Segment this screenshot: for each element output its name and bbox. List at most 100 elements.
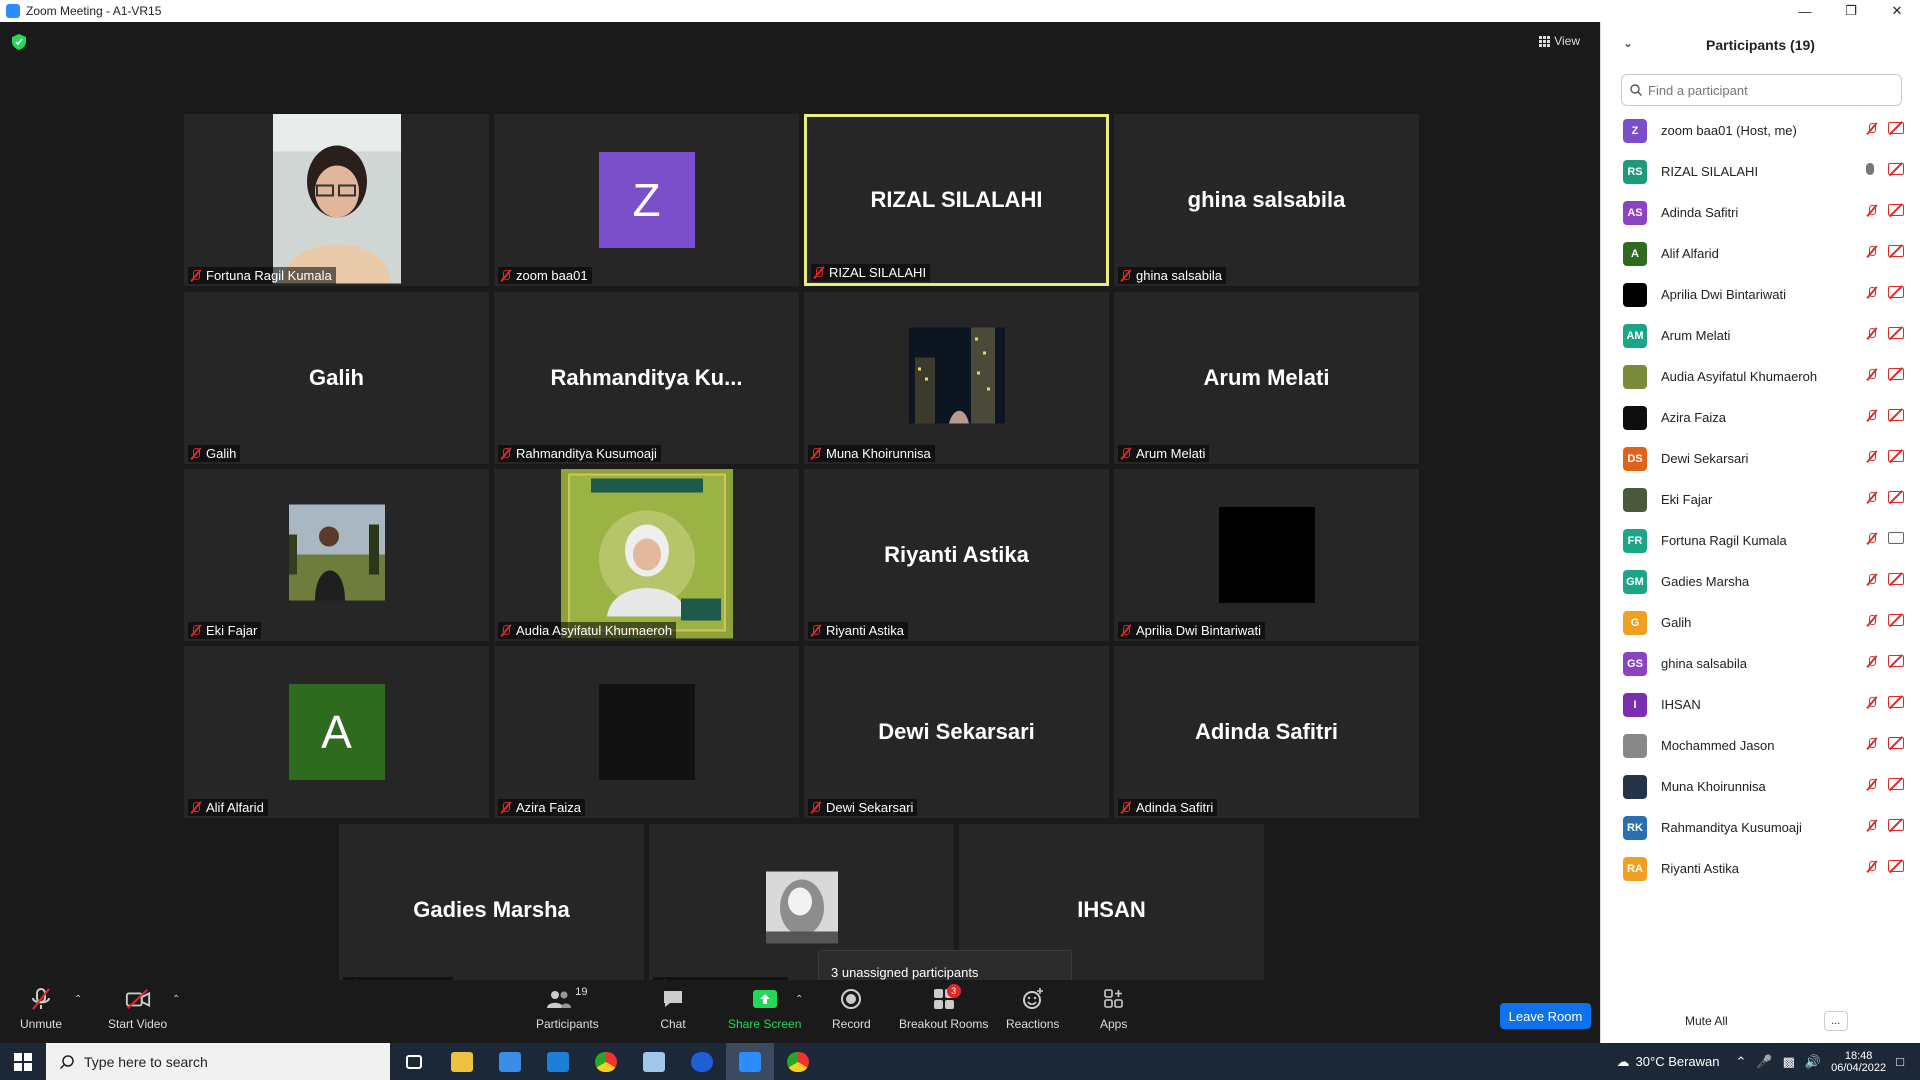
collapse-chevron-icon[interactable]: ⌄ bbox=[1623, 36, 1633, 50]
video-off-icon[interactable] bbox=[1888, 245, 1904, 257]
share-options-caret-icon[interactable]: ⌃ bbox=[795, 994, 803, 1005]
participant-row[interactable]: RK Rahmanditya Kusumoaji bbox=[1601, 807, 1920, 848]
video-tile[interactable]: Dewi Sekarsari Dewi Sekarsari bbox=[804, 646, 1109, 818]
video-tile[interactable]: Fortuna Ragil Kumala bbox=[184, 114, 489, 286]
windows-start-button[interactable] bbox=[0, 1043, 46, 1080]
video-tile[interactable]: Arum Melati Arum Melati bbox=[1114, 292, 1419, 464]
view-button[interactable]: View bbox=[1539, 34, 1580, 48]
mic-muted-icon[interactable] bbox=[1866, 696, 1878, 710]
video-off-icon[interactable] bbox=[1888, 450, 1904, 462]
video-on-icon[interactable] bbox=[1888, 532, 1904, 544]
security-shield-icon[interactable] bbox=[12, 34, 28, 50]
taskbar-search-box[interactable]: Type here to search bbox=[46, 1043, 390, 1080]
mic-on-icon[interactable] bbox=[1866, 163, 1874, 175]
mic-muted-icon[interactable] bbox=[1866, 573, 1878, 587]
weather-text[interactable]: 30°C Berawan bbox=[1636, 1054, 1720, 1069]
mic-muted-icon[interactable] bbox=[1866, 122, 1878, 136]
microphone-tray-icon[interactable]: 🎤 bbox=[1756, 1054, 1772, 1070]
video-off-icon[interactable] bbox=[1888, 614, 1904, 626]
maximize-button[interactable]: ❐ bbox=[1828, 0, 1874, 22]
mic-muted-icon[interactable] bbox=[1866, 204, 1878, 218]
audio-options-caret-icon[interactable]: ⌃ bbox=[74, 994, 82, 1005]
share-screen-button[interactable]: Share Screen bbox=[728, 986, 801, 1031]
mute-all-button[interactable]: Mute All bbox=[1685, 1014, 1728, 1028]
record-button[interactable]: Record bbox=[832, 986, 871, 1031]
video-off-icon[interactable] bbox=[1888, 122, 1904, 134]
video-tile[interactable]: Riyanti Astika Riyanti Astika bbox=[804, 469, 1109, 641]
video-tile[interactable]: Gadies MarshaGadies Marsha bbox=[339, 824, 644, 996]
find-participant-input[interactable]: Find a participant bbox=[1621, 74, 1902, 106]
reactions-button[interactable]: Reactions bbox=[1006, 986, 1059, 1031]
participant-row[interactable]: DS Dewi Sekarsari bbox=[1601, 438, 1920, 479]
participant-row[interactable]: A Alif Alfarid bbox=[1601, 233, 1920, 274]
video-tile[interactable]: A Alif Alfarid bbox=[184, 646, 489, 818]
video-off-icon[interactable] bbox=[1888, 573, 1904, 585]
video-tile[interactable]: Aprilia Dwi Bintariwati bbox=[1114, 469, 1419, 641]
minimize-button[interactable]: — bbox=[1782, 0, 1828, 22]
video-tile[interactable]: Eki Fajar bbox=[184, 469, 489, 641]
mic-muted-icon[interactable] bbox=[1866, 778, 1878, 792]
mail-icon[interactable] bbox=[534, 1043, 582, 1080]
video-tile[interactable]: Galih Galih bbox=[184, 292, 489, 464]
mic-muted-icon[interactable] bbox=[1866, 737, 1878, 751]
mic-muted-icon[interactable] bbox=[1866, 450, 1878, 464]
video-off-icon[interactable] bbox=[1888, 491, 1904, 503]
tray-expand-icon[interactable]: ⌃ bbox=[1736, 1054, 1747, 1070]
participant-row[interactable]: I IHSAN bbox=[1601, 684, 1920, 725]
video-tile[interactable]: Azira Faiza bbox=[494, 646, 799, 818]
video-tile[interactable]: Muna Khoirunnisa bbox=[804, 292, 1109, 464]
mic-muted-icon[interactable] bbox=[1866, 368, 1878, 382]
participant-row[interactable]: Zzoom baa01 (Host, me) bbox=[1601, 110, 1920, 151]
video-tile[interactable]: Adinda Safitri Adinda Safitri bbox=[1114, 646, 1419, 818]
video-tile[interactable]: Rahmanditya Ku... Rahmanditya Kusumoaji bbox=[494, 292, 799, 464]
teamviewer-icon[interactable] bbox=[678, 1043, 726, 1080]
mic-muted-icon[interactable] bbox=[1866, 327, 1878, 341]
participant-row[interactable]: GS ghina salsabila bbox=[1601, 643, 1920, 684]
video-off-icon[interactable] bbox=[1888, 368, 1904, 380]
task-view-icon[interactable] bbox=[390, 1043, 438, 1080]
breakout-rooms-button[interactable]: 3 Breakout Rooms bbox=[899, 984, 988, 1031]
mic-muted-icon[interactable] bbox=[1866, 491, 1878, 505]
mic-muted-icon[interactable] bbox=[1866, 245, 1878, 259]
unmute-button[interactable]: Unmute bbox=[20, 986, 62, 1031]
chrome-icon[interactable] bbox=[582, 1043, 630, 1080]
participants-button[interactable]: 19 Participants bbox=[536, 986, 599, 1031]
apps-button[interactable]: Apps bbox=[1100, 986, 1127, 1031]
participant-row[interactable]: Muna Khoirunnisa bbox=[1601, 766, 1920, 807]
video-off-icon[interactable] bbox=[1888, 204, 1904, 216]
mic-muted-icon[interactable] bbox=[1866, 655, 1878, 669]
participant-row[interactable]: Mochammed Jason bbox=[1601, 725, 1920, 766]
video-off-icon[interactable] bbox=[1888, 327, 1904, 339]
video-off-icon[interactable] bbox=[1888, 163, 1904, 175]
video-tile[interactable]: RIZAL SILALAHI RIZAL SILALAHI bbox=[804, 114, 1109, 286]
participant-row[interactable]: AM Arum Melati bbox=[1601, 315, 1920, 356]
start-video-button[interactable]: Start Video bbox=[108, 986, 167, 1031]
chat-button[interactable]: Chat bbox=[660, 986, 686, 1031]
mic-muted-icon[interactable] bbox=[1866, 614, 1878, 628]
video-tile[interactable]: ghina salsabila ghina salsabila bbox=[1114, 114, 1419, 286]
participant-row[interactable]: G Galih bbox=[1601, 602, 1920, 643]
mic-muted-icon[interactable] bbox=[1866, 409, 1878, 423]
participant-row[interactable]: FR Fortuna Ragil Kumala bbox=[1601, 520, 1920, 561]
clock[interactable]: 18:48 06/04/2022 bbox=[1831, 1050, 1886, 1074]
close-button[interactable]: ✕ bbox=[1874, 0, 1920, 22]
video-off-icon[interactable] bbox=[1888, 778, 1904, 790]
notepad-icon[interactable] bbox=[630, 1043, 678, 1080]
video-off-icon[interactable] bbox=[1888, 655, 1904, 667]
participant-row[interactable]: Aprilia Dwi Bintariwati bbox=[1601, 274, 1920, 315]
volume-icon[interactable]: 🔊 bbox=[1805, 1054, 1821, 1070]
mic-muted-icon[interactable] bbox=[1866, 532, 1878, 546]
mic-muted-icon[interactable] bbox=[1866, 819, 1878, 833]
video-options-caret-icon[interactable]: ⌃ bbox=[172, 994, 180, 1005]
participant-row[interactable]: GM Gadies Marsha bbox=[1601, 561, 1920, 602]
network-icon[interactable]: ▩ bbox=[1783, 1054, 1795, 1070]
video-off-icon[interactable] bbox=[1888, 696, 1904, 708]
video-tile[interactable]: Audia Asyifatul Khumaeroh bbox=[494, 469, 799, 641]
file-explorer-icon[interactable] bbox=[438, 1043, 486, 1080]
video-off-icon[interactable] bbox=[1888, 737, 1904, 749]
microsoft-store-icon[interactable] bbox=[486, 1043, 534, 1080]
participant-row[interactable]: RS RIZAL SILALAHI bbox=[1601, 151, 1920, 192]
video-off-icon[interactable] bbox=[1888, 409, 1904, 421]
mic-muted-icon[interactable] bbox=[1866, 860, 1878, 874]
video-off-icon[interactable] bbox=[1888, 819, 1904, 831]
